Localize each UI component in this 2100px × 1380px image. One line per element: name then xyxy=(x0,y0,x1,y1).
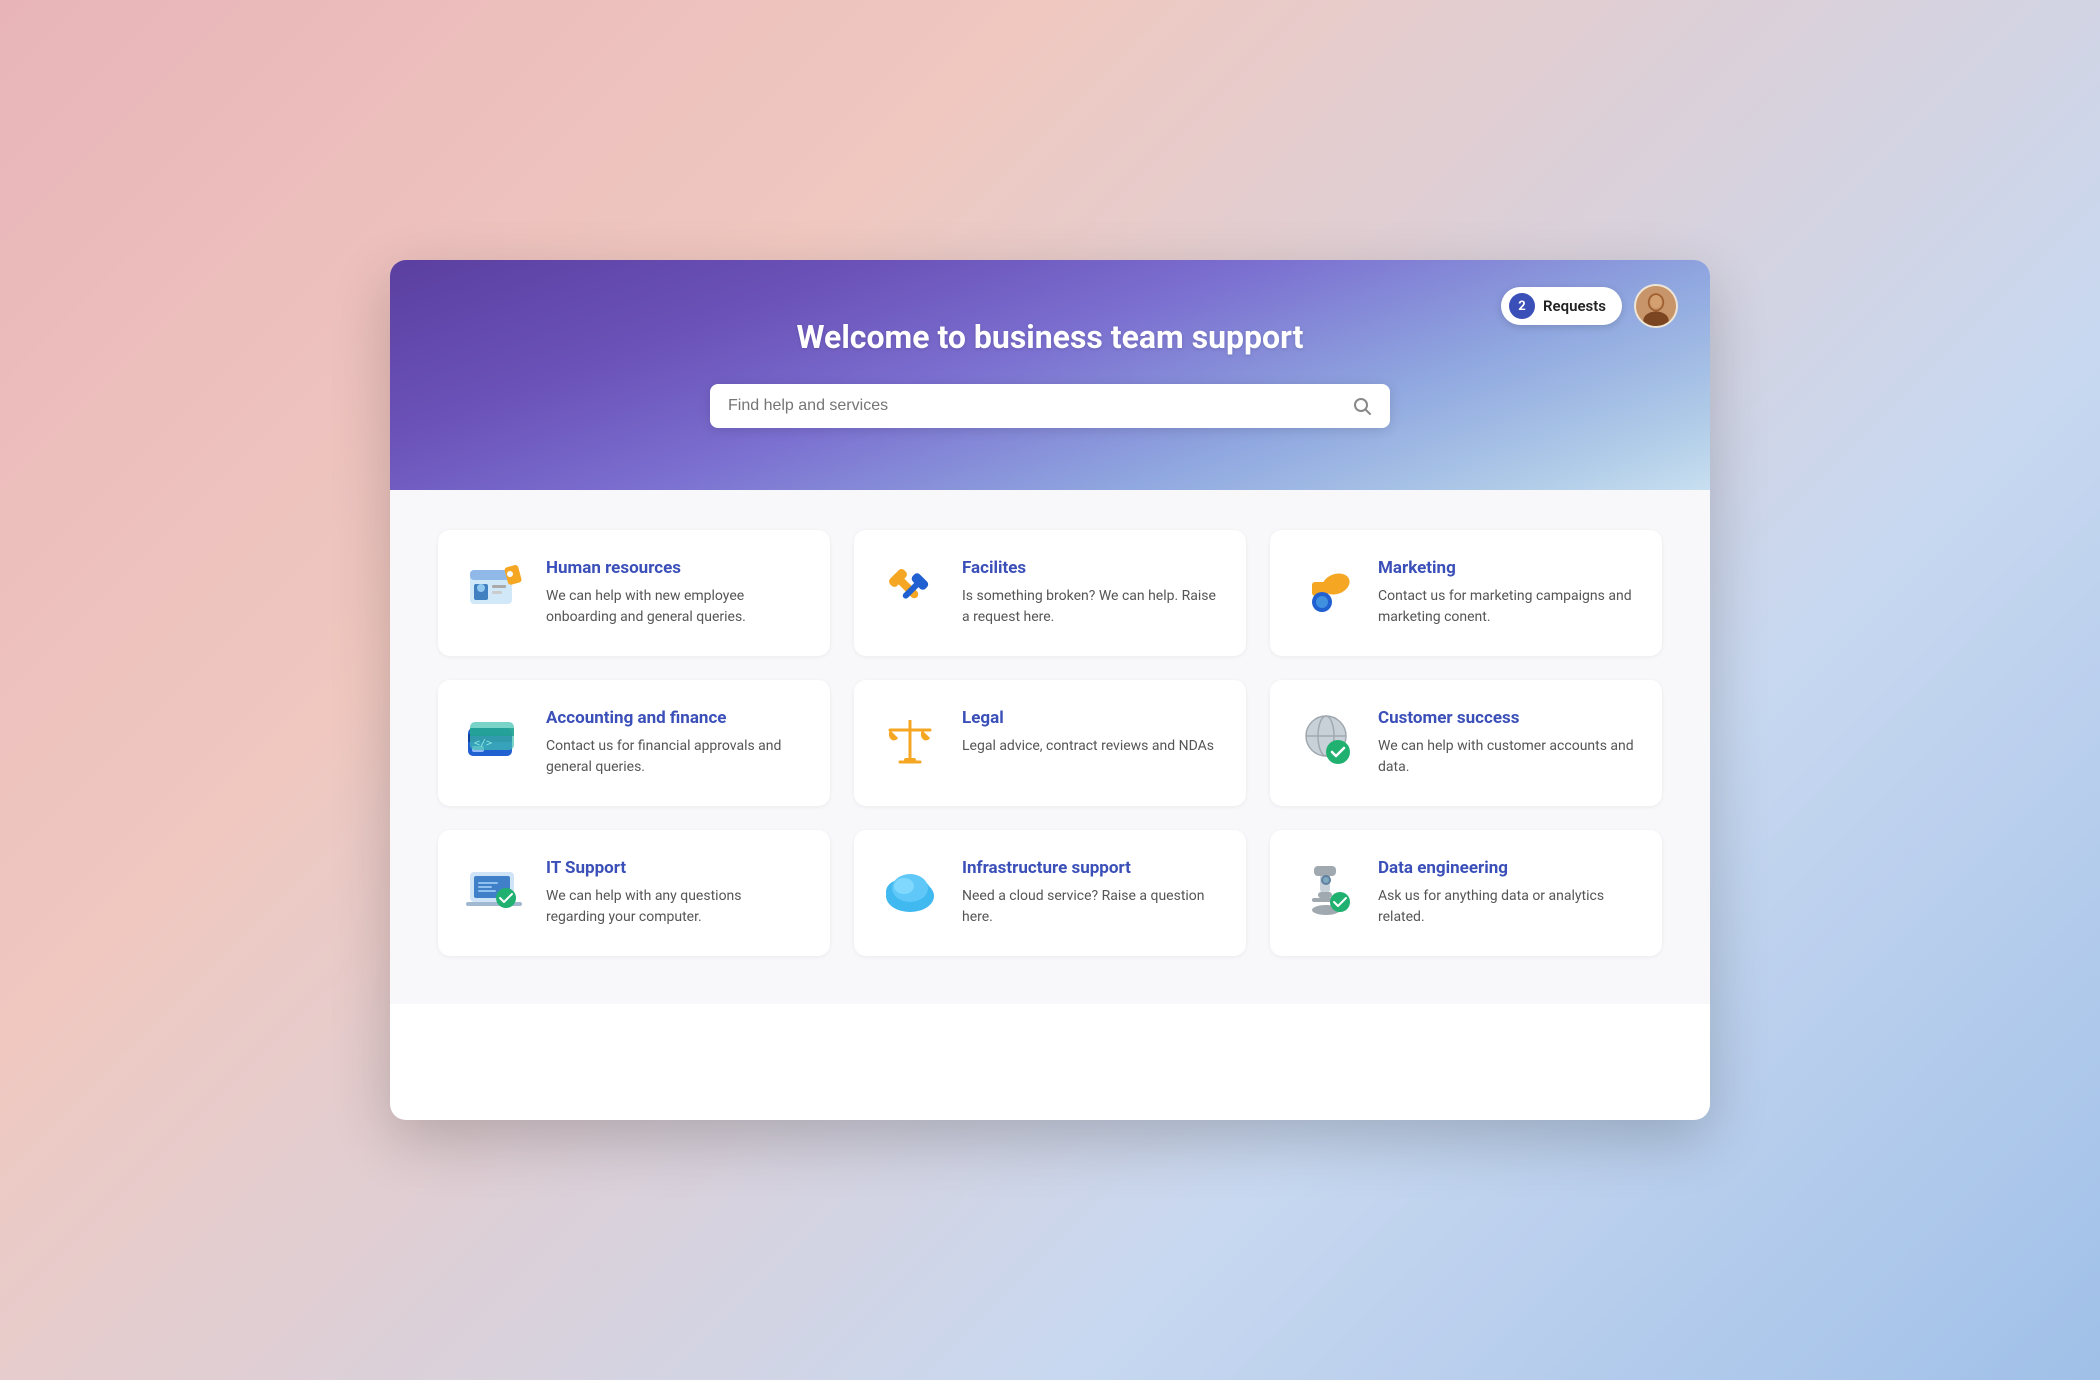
accounting-icon: </> xyxy=(462,708,526,772)
top-bar: 2 Requests xyxy=(1501,284,1678,328)
hero-section: 2 Requests Welcome to business team supp… xyxy=(390,260,1710,490)
customer-success-body: Customer success We can help with custom… xyxy=(1378,708,1634,778)
legal-icon xyxy=(878,708,942,772)
customer-success-desc: We can help with customer accounts and d… xyxy=(1378,736,1634,778)
card-legal[interactable]: Legal Legal advice, contract reviews and… xyxy=(854,680,1246,806)
hr-title: Human resources xyxy=(546,558,802,578)
card-marketing[interactable]: Marketing Contact us for marketing campa… xyxy=(1270,530,1662,656)
facilities-desc: Is something broken? We can help. Raise … xyxy=(962,586,1218,628)
accounting-title: Accounting and finance xyxy=(546,708,802,728)
card-facilities[interactable]: Facilites Is something broken? We can he… xyxy=(854,530,1246,656)
search-bar xyxy=(710,384,1390,428)
it-support-title: IT Support xyxy=(546,858,802,878)
data-engineering-icon xyxy=(1294,858,1358,922)
it-support-icon xyxy=(462,858,526,922)
main-window: 2 Requests Welcome to business team supp… xyxy=(390,260,1710,1120)
requests-label: Requests xyxy=(1543,297,1606,315)
facilities-icon xyxy=(878,558,942,622)
marketing-title: Marketing xyxy=(1378,558,1634,578)
card-human-resources[interactable]: Human resources We can help with new emp… xyxy=(438,530,830,656)
card-data-engineering[interactable]: Data engineering Ask us for anything dat… xyxy=(1270,830,1662,956)
facilities-title: Facilites xyxy=(962,558,1218,578)
card-it-support[interactable]: IT Support We can help with any question… xyxy=(438,830,830,956)
page-title: Welcome to business team support xyxy=(430,318,1670,356)
search-input[interactable] xyxy=(728,397,1352,415)
data-engineering-title: Data engineering xyxy=(1378,858,1634,878)
customer-success-icon xyxy=(1294,708,1358,772)
svg-text:</>: </> xyxy=(474,738,492,749)
requests-count: 2 xyxy=(1509,293,1535,319)
search-icon xyxy=(1352,396,1372,416)
card-customer-success[interactable]: Customer success We can help with custom… xyxy=(1270,680,1662,806)
accounting-desc: Contact us for financial approvals and g… xyxy=(546,736,802,778)
infrastructure-title: Infrastructure support xyxy=(962,858,1218,878)
legal-desc: Legal advice, contract reviews and NDAs xyxy=(962,736,1214,757)
infrastructure-body: Infrastructure support Need a cloud serv… xyxy=(962,858,1218,928)
it-support-desc: We can help with any questions regarding… xyxy=(546,886,802,928)
facilities-body: Facilites Is something broken? We can he… xyxy=(962,558,1218,628)
requests-button[interactable]: 2 Requests xyxy=(1501,287,1622,325)
data-engineering-desc: Ask us for anything data or analytics re… xyxy=(1378,886,1634,928)
content-area: Human resources We can help with new emp… xyxy=(390,490,1710,1004)
accounting-body: Accounting and finance Contact us for fi… xyxy=(546,708,802,778)
data-engineering-body: Data engineering Ask us for anything dat… xyxy=(1378,858,1634,928)
hr-desc: We can help with new employee onboarding… xyxy=(546,586,802,628)
infrastructure-icon xyxy=(878,858,942,922)
card-accounting[interactable]: </> Accounting and finance Contact us fo… xyxy=(438,680,830,806)
hr-body: Human resources We can help with new emp… xyxy=(546,558,802,628)
infrastructure-desc: Need a cloud service? Raise a question h… xyxy=(962,886,1218,928)
marketing-body: Marketing Contact us for marketing campa… xyxy=(1378,558,1634,628)
marketing-icon xyxy=(1294,558,1358,622)
legal-title: Legal xyxy=(962,708,1214,728)
card-infrastructure[interactable]: Infrastructure support Need a cloud serv… xyxy=(854,830,1246,956)
legal-body: Legal Legal advice, contract reviews and… xyxy=(962,708,1214,757)
avatar[interactable] xyxy=(1634,284,1678,328)
hr-icon xyxy=(462,558,526,622)
services-grid: Human resources We can help with new emp… xyxy=(438,530,1662,956)
customer-success-title: Customer success xyxy=(1378,708,1634,728)
marketing-desc: Contact us for marketing campaigns and m… xyxy=(1378,586,1634,628)
it-support-body: IT Support We can help with any question… xyxy=(546,858,802,928)
